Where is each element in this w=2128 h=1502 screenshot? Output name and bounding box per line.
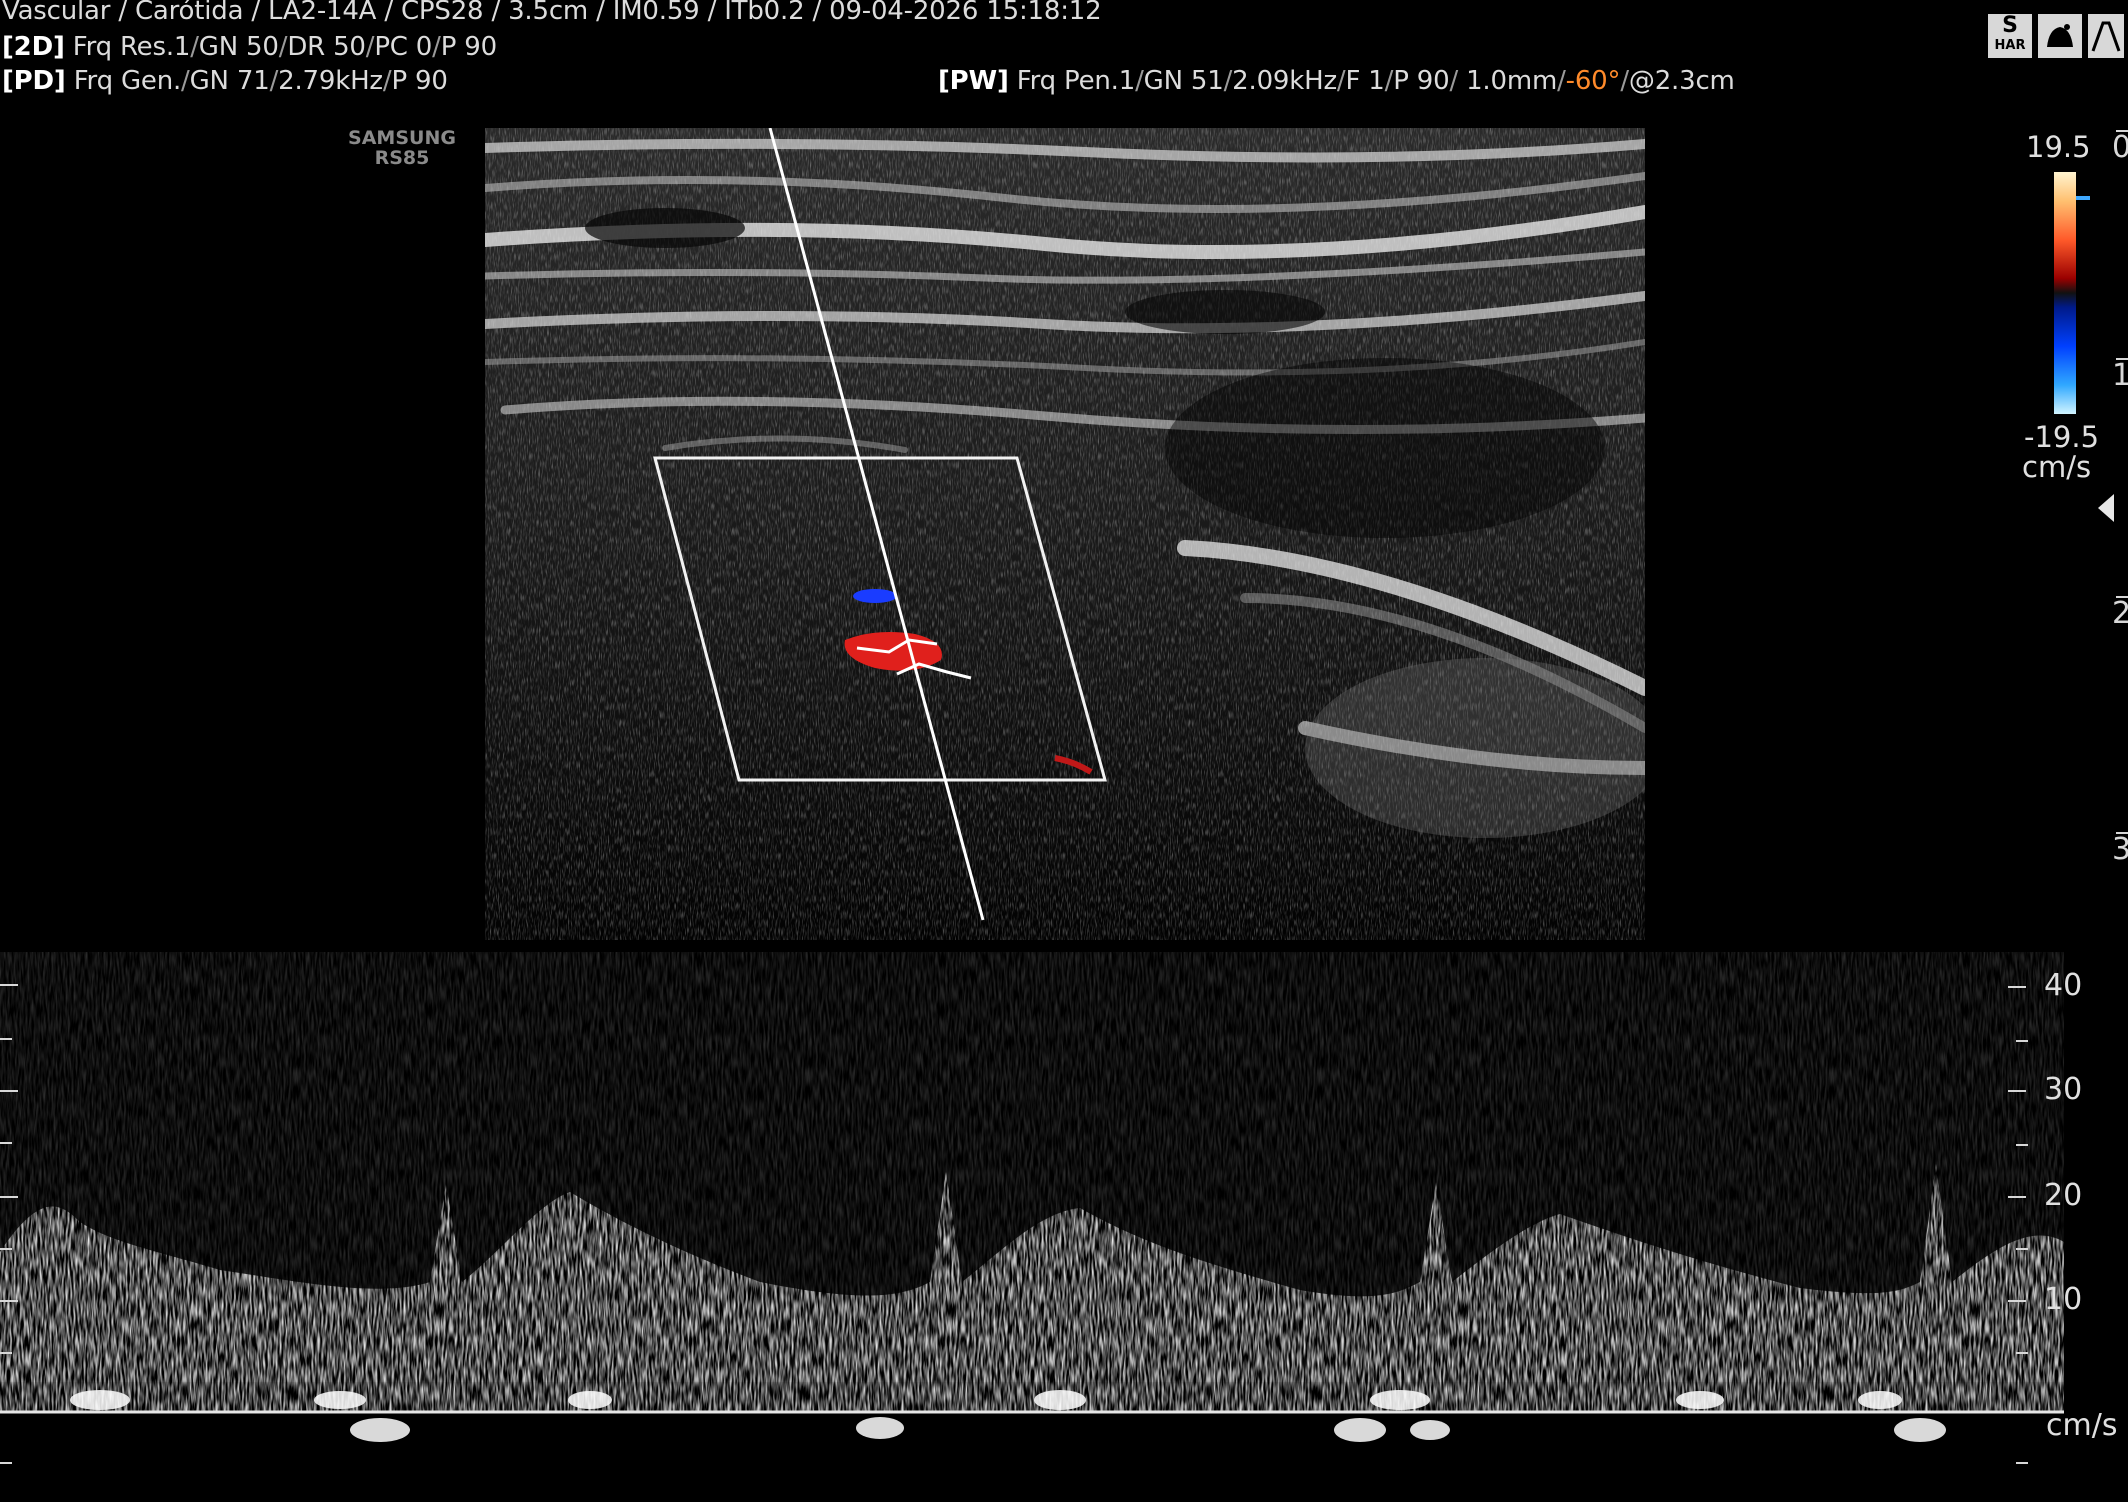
flow-blue-signal: [853, 589, 897, 603]
scale-tick: [2016, 1040, 2028, 1042]
scale-tick: [0, 1142, 12, 1144]
brand-logo: SAMSUNG RS85: [342, 128, 462, 168]
depth-label: 2: [2112, 596, 2128, 631]
color-bar-unit: cm/s: [2022, 450, 2092, 484]
b-mode-image[interactable]: [485, 128, 1645, 940]
scale-tick: [2016, 1352, 2028, 1354]
scale-tick: [0, 1248, 12, 1250]
param: GN 71: [189, 66, 270, 96]
scale-tick: [0, 1038, 12, 1040]
mode-pw-tag: [PW]: [938, 66, 1009, 96]
velocity-unit: cm/s: [2046, 1408, 2118, 1443]
scale-tick: [0, 1300, 18, 1302]
velocity-label: 30: [2044, 1072, 2083, 1107]
color-bar-min: -19.5: [2024, 420, 2100, 454]
param: P 90: [1393, 66, 1450, 96]
scale-tick: [0, 984, 18, 986]
param: F 1: [1345, 66, 1385, 96]
dark-region: [1165, 358, 1605, 538]
velocity-color-bar: [2054, 172, 2076, 414]
scale-tick: [2008, 1196, 2026, 1198]
scale-tick: [0, 1352, 12, 1354]
param: 1.0mm: [1458, 66, 1558, 96]
study-info-text: Vascular / Carótida / LA2-14A / CPS28 / …: [2, 0, 1102, 26]
spectral-doppler-trace[interactable]: [0, 952, 2128, 1502]
velocity-label: 20: [2044, 1178, 2083, 1213]
param: 2.79kHz: [278, 66, 383, 96]
param: Frq Pen.1: [1016, 66, 1136, 96]
param: P 90: [440, 32, 497, 62]
scale-tick: [2016, 1144, 2028, 1146]
scale-tick: [2008, 1090, 2026, 1092]
velocity-label: 40: [2044, 968, 2083, 1003]
velocity-label: 10: [2044, 1282, 2083, 1317]
depth-label: 0: [2112, 130, 2128, 165]
scale-tick: [2016, 1462, 2028, 1464]
focus-marker-icon[interactable]: [2098, 494, 2114, 522]
mode-pw-params: [PW] Frq Pen.1/GN 51/2.09kHz/F 1/P 90/ 1…: [938, 66, 1735, 96]
param: DR 50: [287, 32, 366, 62]
scale-tick: [0, 1462, 12, 1464]
scale-tick: [2008, 986, 2026, 988]
param: Frq Res.1: [72, 32, 191, 62]
param: 2.09kHz: [1232, 66, 1337, 96]
mode-pd-tag: [PD]: [2, 66, 66, 96]
scale-tick: [2016, 1248, 2028, 1250]
color-bar-max: 19.5: [2026, 130, 2091, 164]
depth-label: 3: [2112, 832, 2128, 867]
mode-pd-params: [PD] Frq Gen./GN 71/2.79kHz/P 90: [2, 66, 448, 96]
param: P 90: [391, 66, 448, 96]
baseline-marker: [2076, 196, 2090, 200]
param: GN 50: [198, 32, 279, 62]
param: GN 51: [1143, 66, 1224, 96]
mode-2d-tag: [2D]: [2, 32, 65, 62]
doppler-angle: -60°: [1565, 66, 1621, 96]
scale-tick: [2008, 1300, 2026, 1302]
mode-2d-params: [2D] Frq Res.1/GN 50/DR 50/PC 0/P 90: [2, 32, 497, 62]
har-icon[interactable]: S HAR: [1988, 14, 2032, 58]
vessel-lumen: [1125, 290, 1325, 334]
study-info-line: Vascular / Carótida / LA2-14A / CPS28 / …: [2, 0, 1102, 26]
har-label: HAR: [1994, 38, 2026, 53]
mode-icons: S HAR: [1988, 14, 2124, 58]
scale-tick: [0, 1196, 18, 1198]
depth-label: 1: [2112, 358, 2128, 393]
param: PC 0: [374, 32, 433, 62]
brand-name: SAMSUNG: [348, 127, 456, 149]
trace-icon[interactable]: [2088, 14, 2124, 58]
vessel-lumen: [585, 208, 745, 248]
scale-tick: [0, 1090, 18, 1092]
brand-model: RS85: [374, 147, 430, 169]
probe-icon[interactable]: [2038, 14, 2082, 58]
gate-depth: @2.3cm: [1628, 66, 1735, 96]
param: Frq Gen.: [73, 66, 182, 96]
